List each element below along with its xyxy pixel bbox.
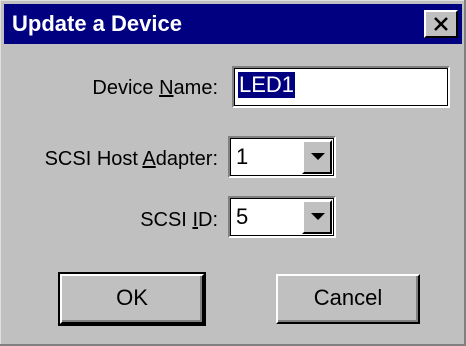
- scsi-host-adapter-label-part: SCSI Host: [44, 148, 143, 170]
- close-icon: [434, 17, 448, 31]
- scsi-id-label-part: D:: [198, 209, 218, 231]
- scsi-host-adapter-value: 1: [236, 144, 249, 169]
- scsi-id-select[interactable]: 5: [228, 196, 336, 238]
- dialog-title: Update a Device: [12, 11, 182, 36]
- device-name-label-part: Device: [92, 77, 160, 99]
- device-name-label-part: ame:: [173, 77, 218, 99]
- title-bar[interactable]: Update a Device: [4, 4, 462, 44]
- update-device-dialog: Update a Device Device Name: LED1 SCSI H…: [0, 0, 466, 346]
- device-name-label: Device Name:: [92, 76, 218, 100]
- cancel-button[interactable]: Cancel: [276, 274, 420, 324]
- scsi-id-dropdown-button[interactable]: [302, 200, 332, 234]
- device-name-input[interactable]: LED1: [232, 66, 450, 108]
- device-name-value: LED1: [238, 72, 296, 98]
- scsi-host-adapter-label-part: dapter:: [155, 148, 218, 170]
- chevron-down-icon: [311, 153, 325, 160]
- scsi-id-label-part: SCSI: [140, 209, 193, 231]
- device-name-label-mnemonic: N: [159, 77, 174, 99]
- ok-button[interactable]: OK: [58, 272, 206, 326]
- chevron-down-icon: [311, 213, 325, 220]
- scsi-host-adapter-select[interactable]: 1: [228, 136, 336, 178]
- scsi-host-adapter-dropdown-button[interactable]: [302, 140, 332, 174]
- scsi-host-adapter-label-mnemonic: A: [142, 148, 156, 170]
- scsi-id-value: 5: [236, 204, 249, 229]
- close-button[interactable]: [424, 10, 458, 38]
- scsi-id-label: SCSI ID:: [140, 208, 218, 232]
- scsi-host-adapter-label: SCSI Host Adapter:: [45, 147, 218, 171]
